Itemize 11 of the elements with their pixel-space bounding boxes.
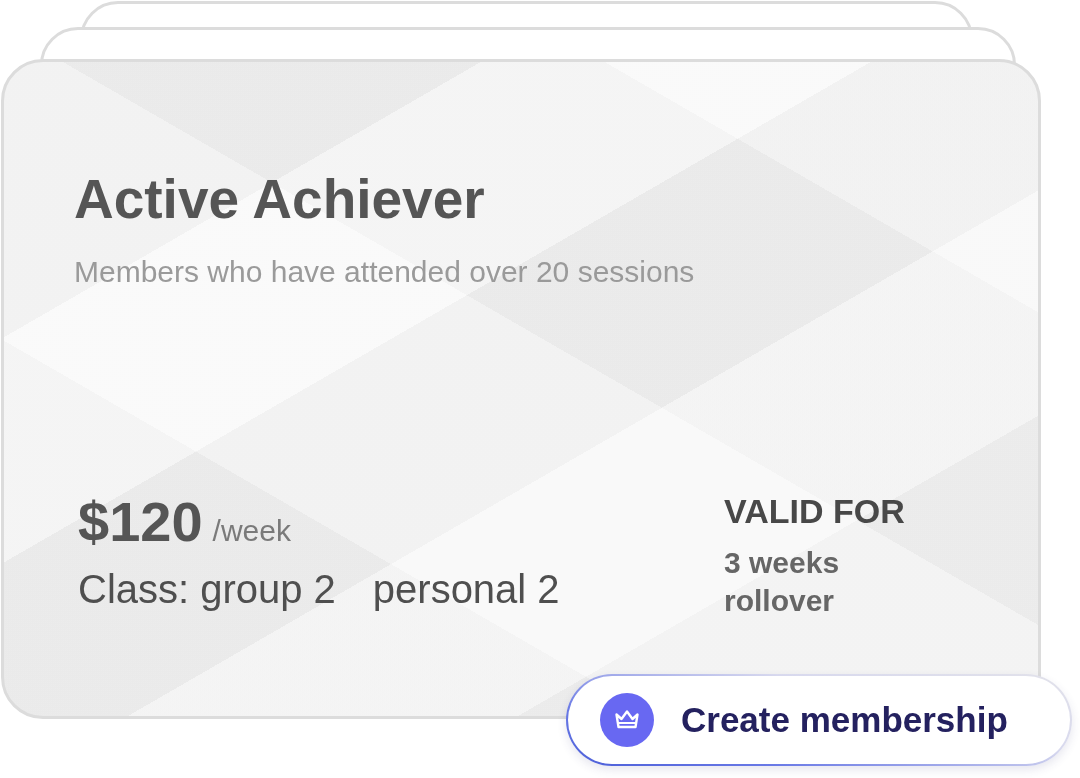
validity-label: VALID FOR bbox=[724, 491, 905, 531]
class-count: personal 2 bbox=[372, 566, 560, 613]
class-label: Class: bbox=[78, 566, 190, 613]
class-count: group 2 bbox=[200, 566, 336, 613]
crown-icon bbox=[600, 693, 654, 747]
card-title: Active Achiever bbox=[74, 167, 485, 232]
validity-value: 3 weeks rollover bbox=[724, 545, 841, 619]
price-amount: $120 bbox=[78, 491, 203, 553]
price-period: /week bbox=[212, 513, 291, 549]
create-membership-button[interactable]: Create membership bbox=[566, 674, 1072, 766]
card-description: Members who have attended over 20 sessions bbox=[74, 254, 695, 290]
